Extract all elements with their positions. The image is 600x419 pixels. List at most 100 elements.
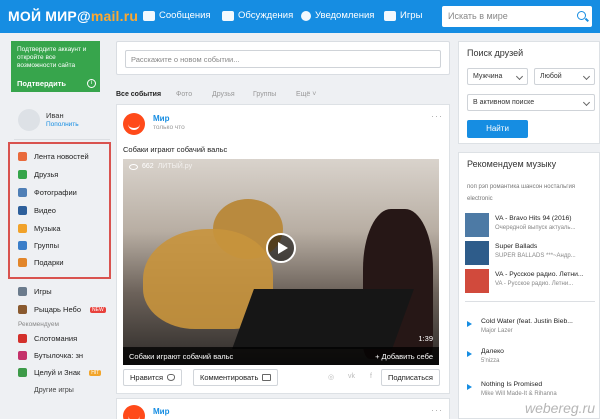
facebook-share-icon[interactable]: f <box>370 373 372 380</box>
track-title: Nothing Is Promised <box>481 381 543 388</box>
track-artist: 5'nizza <box>481 358 500 364</box>
track-item[interactable]: Cold Water (feat. Justin Bieb... Major L… <box>465 316 599 340</box>
sidebar-game-item[interactable]: Рыцарь Небо NEW <box>18 305 106 314</box>
gender-select[interactable]: Мужчина <box>467 68 528 85</box>
confirm-account-banner: Подтвердите аккаунт и откройте все возмо… <box>11 41 100 92</box>
track-item[interactable]: Далеко 5'nizza <box>465 346 599 370</box>
gender-value: Мужчина <box>473 73 503 80</box>
track-title: Далеко <box>481 348 504 355</box>
track-artist: Major Lazer <box>481 328 513 334</box>
nav-games[interactable]: Игры <box>384 10 422 21</box>
rec-item-slotomania[interactable]: Слотомания <box>18 334 77 343</box>
album-title: VA - Русское радио. Летни... <box>495 271 584 278</box>
video-player[interactable]: 662 ЛИТЫЙ.ру 1:39 Собаки играют собачий … <box>123 159 439 365</box>
album-item[interactable]: Super Ballads SUPER BALLADS ***~Андр... <box>465 241 599 265</box>
feed-post: Мир только что ··· Собаки играют собачий… <box>116 104 450 394</box>
like-label: Нравится <box>130 373 164 382</box>
album-title: VA - Bravo Hits 94 (2016) <box>495 215 572 222</box>
divider <box>465 301 595 302</box>
album-cover <box>465 241 489 265</box>
recommend-label: Рекомендуем <box>18 321 59 328</box>
views-count: 662 ЛИТЫЙ.ру <box>129 163 192 170</box>
play-icon[interactable] <box>467 351 472 357</box>
music-tags[interactable]: поп рэп романтика шансон ностальгия elec… <box>467 181 595 205</box>
game-icon <box>18 368 27 377</box>
video-title: Собаки играют собачий вальс <box>129 352 234 361</box>
tab-photo[interactable]: Фото <box>176 91 192 98</box>
tab-groups[interactable]: Группы <box>253 91 276 98</box>
top-up-link[interactable]: Пополнить <box>46 121 79 128</box>
find-button[interactable]: Найти <box>467 120 528 138</box>
post-caption: Собаки играют собачий вальс <box>123 145 228 154</box>
search-placeholder: Искать в мире <box>448 11 508 21</box>
post-actions: Нравится Комментировать ◎ vk f Подписать… <box>123 369 445 387</box>
game-label: Слотомания <box>34 334 78 343</box>
views-value: 662 <box>142 163 154 170</box>
like-button[interactable]: Нравится <box>123 369 183 386</box>
other-games-label: Другие игры <box>34 387 74 394</box>
album-subtitle: Очередной выпуск актуаль... <box>495 225 576 231</box>
bell-icon <box>301 10 311 21</box>
game-icon <box>18 305 27 314</box>
add-to-self-button[interactable]: + Добавить себе <box>375 352 433 361</box>
more-options-icon[interactable]: ··· <box>431 405 443 415</box>
search-input[interactable]: Искать в мире <box>442 6 592 27</box>
post-author[interactable]: Мир <box>153 407 169 416</box>
subscribe-button[interactable]: Подписаться <box>381 369 440 386</box>
gamepad-icon <box>18 287 27 296</box>
video-frame-keyboard <box>232 289 414 349</box>
chevron-down-icon <box>582 72 591 81</box>
video-duration: 1:39 <box>418 334 433 343</box>
game-label: Рыцарь Небо <box>34 305 81 314</box>
album-item[interactable]: VA - Русское радио. Летни... VA - Русско… <box>465 269 599 293</box>
post-time: только что <box>153 124 185 131</box>
track-artist: Mike Will Made-It & Rihanna <box>481 391 557 397</box>
album-title: Super Ballads <box>495 243 538 250</box>
ok-share-icon[interactable]: ◎ <box>328 373 334 381</box>
post-author[interactable]: Мир <box>153 114 169 123</box>
confirm-button[interactable]: Подтвердить <box>17 80 66 88</box>
info-icon[interactable]: i <box>87 79 96 88</box>
chevron-down-icon <box>582 98 591 107</box>
site-logo[interactable]: МОЙ МИР@mail.ru <box>8 8 138 24</box>
author-avatar[interactable] <box>123 113 145 135</box>
play-icon[interactable] <box>266 233 296 263</box>
tab-friends[interactable]: Друзья <box>212 91 235 98</box>
new-post-field[interactable]: Расскажите о новом событии... <box>116 41 450 75</box>
user-name[interactable]: Иван <box>46 111 64 120</box>
friend-search-panel: Поиск друзей Мужчина Любой В активном по… <box>458 41 600 144</box>
comment-button[interactable]: Комментировать <box>193 369 279 386</box>
feed-post-2: Мир ··· <box>116 398 450 419</box>
tab-more[interactable]: Ещё ˅ <box>296 91 316 98</box>
divider <box>14 139 110 140</box>
tab-all-events[interactable]: Все события <box>116 91 161 98</box>
rec-item-kiss[interactable]: Целуй и Знак HIT <box>18 368 102 377</box>
author-avatar[interactable] <box>123 405 145 419</box>
play-icon[interactable] <box>467 384 472 390</box>
album-subtitle: VA - Русское радио. Летни... <box>495 281 574 287</box>
video-title-bar: Собаки играют собачий вальс + Добавить с… <box>123 347 439 365</box>
vk-share-icon[interactable]: vk <box>348 373 355 380</box>
logo-mail-text: mail.ru <box>90 8 139 24</box>
play-icon[interactable] <box>467 321 472 327</box>
status-select[interactable]: В активном поиске <box>467 94 595 111</box>
rec-item-bottle[interactable]: Бутылочка: зн <box>18 351 83 360</box>
sidebar-item-games[interactable]: Игры <box>18 287 52 296</box>
music-recommend-panel: Рекомендуем музыку поп рэп романтика шан… <box>458 152 600 419</box>
album-subtitle: SUPER BALLADS ***~Андр... <box>495 253 576 259</box>
comment-icon <box>262 374 272 381</box>
album-item[interactable]: VA - Bravo Hits 94 (2016) Очередной выпу… <box>465 213 599 237</box>
album-cover <box>465 269 489 293</box>
avatar[interactable] <box>18 109 40 131</box>
nav-discussions[interactable]: Обсуждения <box>222 10 293 21</box>
other-games-link[interactable]: Другие игры <box>34 387 74 394</box>
more-options-icon[interactable]: ··· <box>431 111 443 121</box>
hit-badge: HIT <box>89 369 102 376</box>
age-select[interactable]: Любой <box>534 68 595 85</box>
heart-icon <box>167 374 176 381</box>
game-label: Бутылочка: зн <box>34 351 84 360</box>
nav-label: Сообщения <box>159 10 211 21</box>
search-icon[interactable] <box>577 11 586 20</box>
nav-notifications[interactable]: Уведомления <box>301 10 374 21</box>
nav-messages[interactable]: Сообщения <box>143 10 211 21</box>
